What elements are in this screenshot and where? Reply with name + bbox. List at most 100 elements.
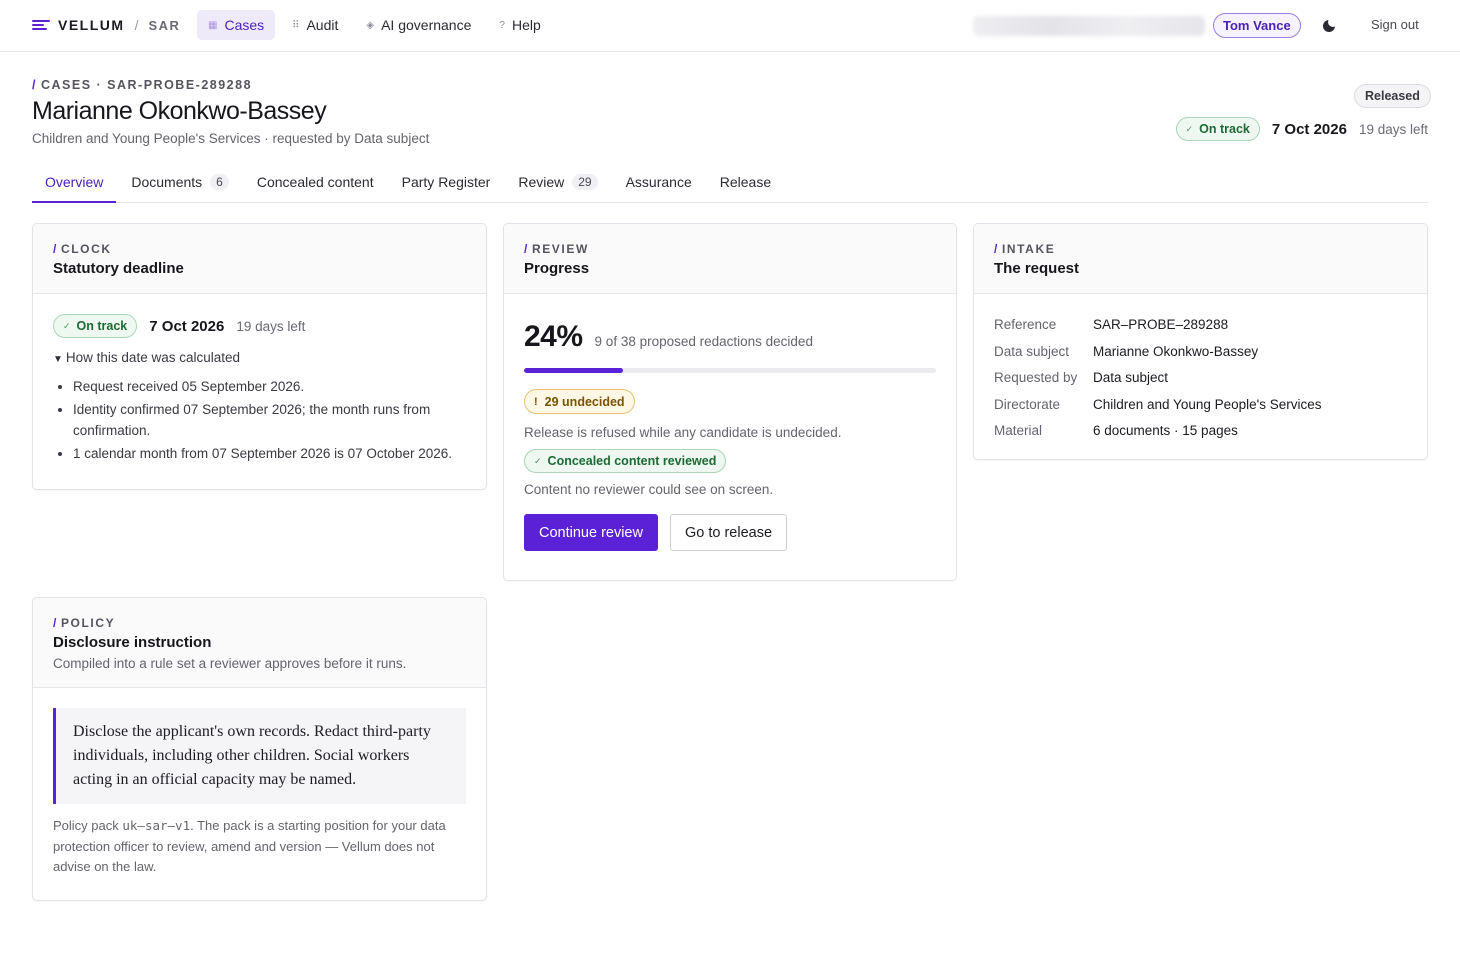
breadcrumb: / CASES · SAR-PROBE-289288 — [32, 78, 252, 92]
detail-label: Directorate — [994, 396, 1061, 412]
nav-item-label: Help — [511, 17, 541, 33]
eyebrow-text: POLICY — [60, 616, 116, 630]
tab-documents[interactable]: Documents 6 — [118, 162, 242, 203]
concealed-reviewed-badge: ✓ Concealed content reviewed — [524, 449, 727, 473]
policy-pack-id: uk–sar–v1 — [122, 818, 191, 833]
card-header: / POLICY Disclosure instruction Compiled … — [33, 598, 486, 688]
disclosure-label: How this date was calculated — [65, 350, 240, 365]
list-item: Identity confirmed 07 September 2026; th… — [73, 400, 466, 441]
case-status-badge: Released — [1354, 84, 1431, 108]
progress-bar — [524, 368, 936, 373]
nav-item-ai-governance[interactable]: ◈ AI governance — [355, 10, 482, 40]
eyebrow-text: REVIEW — [531, 242, 589, 256]
header-deadline: ✓ On track 7 Oct 2026 19 days left — [1175, 117, 1428, 141]
nav-item-help[interactable]: ? Help — [488, 10, 551, 40]
reference-value: SAR–PROBE–289288 — [1093, 317, 1229, 332]
nav-item-label: Audit — [306, 17, 339, 33]
brand-name: VELLUM — [58, 17, 125, 33]
data-subject-value: Marianne Okonkwo-Bassey — [1093, 343, 1259, 359]
tab-label: Overview — [45, 173, 104, 190]
tab-concealed-content[interactable]: Concealed content — [244, 162, 387, 203]
card-title: Statutory deadline — [53, 260, 184, 277]
on-track-badge: ✓ On track — [53, 314, 138, 338]
eyebrow-slash: / — [994, 242, 999, 256]
review-actions: Continue review Go to release — [524, 514, 936, 551]
cases-icon: ▦ — [208, 19, 218, 31]
nav-item-cases[interactable]: ▦ Cases — [197, 10, 276, 40]
concealed-note: Content no reviewer could see on screen. — [524, 482, 774, 497]
card-body: 24% 9 of 38 proposed redactions decided … — [504, 294, 956, 571]
progress-bar-fill — [524, 368, 623, 373]
concealed-row: ✓ Concealed content reviewed — [524, 449, 936, 473]
policy-note: Policy pack uk–sar–v1. The pack is a sta… — [53, 816, 466, 878]
clock-card: / CLOCK Statutory deadline ✓ On track 7 Oc… — [32, 223, 487, 490]
brand-product: SAR — [148, 17, 181, 33]
eyebrow-slash: / — [524, 242, 529, 256]
card-body: Disclose the applicant's own records. Re… — [33, 688, 486, 898]
deadline-date: 7 Oct 2026 — [1271, 120, 1347, 138]
tab-assurance[interactable]: Assurance — [613, 162, 705, 203]
list-item: 1 calendar month from 07 September 2026 … — [73, 444, 466, 465]
card-title: Disclosure instruction — [53, 634, 212, 651]
progress-note: 9 of 38 proposed redactions decided — [594, 333, 813, 349]
request-details: Reference SAR–PROBE–289288 Data subject … — [994, 316, 1407, 440]
eyebrow-slash: / — [53, 616, 58, 630]
ai-governance-icon: ◈ — [366, 19, 375, 31]
tab-label: Party Register — [401, 173, 491, 190]
concealed-reviewed-label: Concealed content reviewed — [547, 454, 717, 468]
tab-overview[interactable]: Overview — [32, 162, 117, 203]
list-item: Request received 05 September 2026. — [73, 377, 466, 398]
requested-by-value: Data subject — [1093, 370, 1169, 385]
undecided-label: 29 undecided — [544, 394, 625, 409]
go-to-release-button[interactable]: Go to release — [669, 514, 788, 551]
eyebrow-slash: / — [53, 242, 58, 256]
brand[interactable]: VELLUM / SAR — [32, 17, 180, 33]
calculation-disclosure[interactable]: ▼ How this date was calculated — [53, 350, 466, 365]
card-eyebrow: / POLICY — [53, 616, 466, 630]
menu-icon — [32, 18, 50, 32]
calculation-steps: Request received 05 September 2026. Iden… — [53, 377, 466, 464]
review-card: / REVIEW Progress 24% 9 of 38 proposed re… — [503, 223, 957, 581]
card-body: Reference SAR–PROBE–289288 Data subject … — [974, 294, 1427, 459]
triangle-down-icon: ▼ — [53, 354, 63, 365]
main-nav: ▦ Cases ⠿ Audit ◈ AI governance ? Help — [197, 10, 558, 40]
detail-label: Material — [994, 423, 1043, 438]
continue-review-button[interactable]: Continue review — [524, 514, 658, 551]
tab-release[interactable]: Release — [707, 162, 784, 203]
on-track-label: On track — [76, 319, 128, 333]
check-icon: ✓ — [534, 455, 542, 466]
policy-card: / POLICY Disclosure instruction Compiled … — [32, 597, 487, 901]
nav-item-label: Cases — [224, 17, 265, 33]
audit-icon: ⠿ — [292, 19, 300, 31]
nav-item-label: AI governance — [381, 17, 472, 33]
tab-party-register[interactable]: Party Register — [389, 162, 504, 203]
card-eyebrow: / CLOCK — [53, 242, 466, 256]
tab-review[interactable]: Review 29 — [505, 162, 610, 203]
card-title: Progress — [524, 260, 590, 277]
brand-separator: / — [134, 17, 139, 33]
nav-item-audit[interactable]: ⠿ Audit — [281, 10, 349, 40]
card-header: / INTAKE The request — [974, 224, 1427, 294]
card-body: ✓ On track 7 Oct 2026 19 days left ▼ How t… — [33, 294, 486, 487]
deadline-date: 7 Oct 2026 — [149, 317, 225, 335]
moon-icon — [1323, 17, 1338, 32]
page-subtitle: Children and Young People's Services · r… — [32, 131, 430, 146]
card-title: The request — [994, 260, 1080, 277]
directorate-value: Children and Young People's Services — [1093, 396, 1322, 412]
detail-label: Requested by — [994, 370, 1078, 385]
detail-label: Reference — [994, 317, 1057, 332]
breadcrumb-text[interactable]: CASES · SAR-PROBE-289288 — [41, 78, 252, 92]
deadline-row: ✓ On track 7 Oct 2026 19 days left — [53, 314, 466, 338]
detail-label: Data subject — [994, 343, 1070, 359]
check-icon: ✓ — [1185, 123, 1194, 134]
theme-toggle-button[interactable] — [1320, 17, 1338, 35]
policy-note-prefix: Policy pack — [53, 818, 123, 833]
card-eyebrow: / REVIEW — [524, 242, 936, 256]
top-bar: VELLUM / SAR ▦ Cases ⠿ Audit ◈ AI govern… — [0, 0, 1460, 52]
sign-out-link[interactable]: Sign out — [1371, 17, 1419, 32]
eyebrow-text: INTAKE — [1001, 242, 1056, 256]
material-value: 6 documents · 15 pages — [1093, 423, 1238, 438]
user-badge[interactable]: Tom Vance — [1213, 13, 1301, 38]
tab-count-badge: 6 — [210, 173, 229, 190]
intake-card: / INTAKE The request Reference SAR–PROBE–… — [973, 223, 1428, 460]
